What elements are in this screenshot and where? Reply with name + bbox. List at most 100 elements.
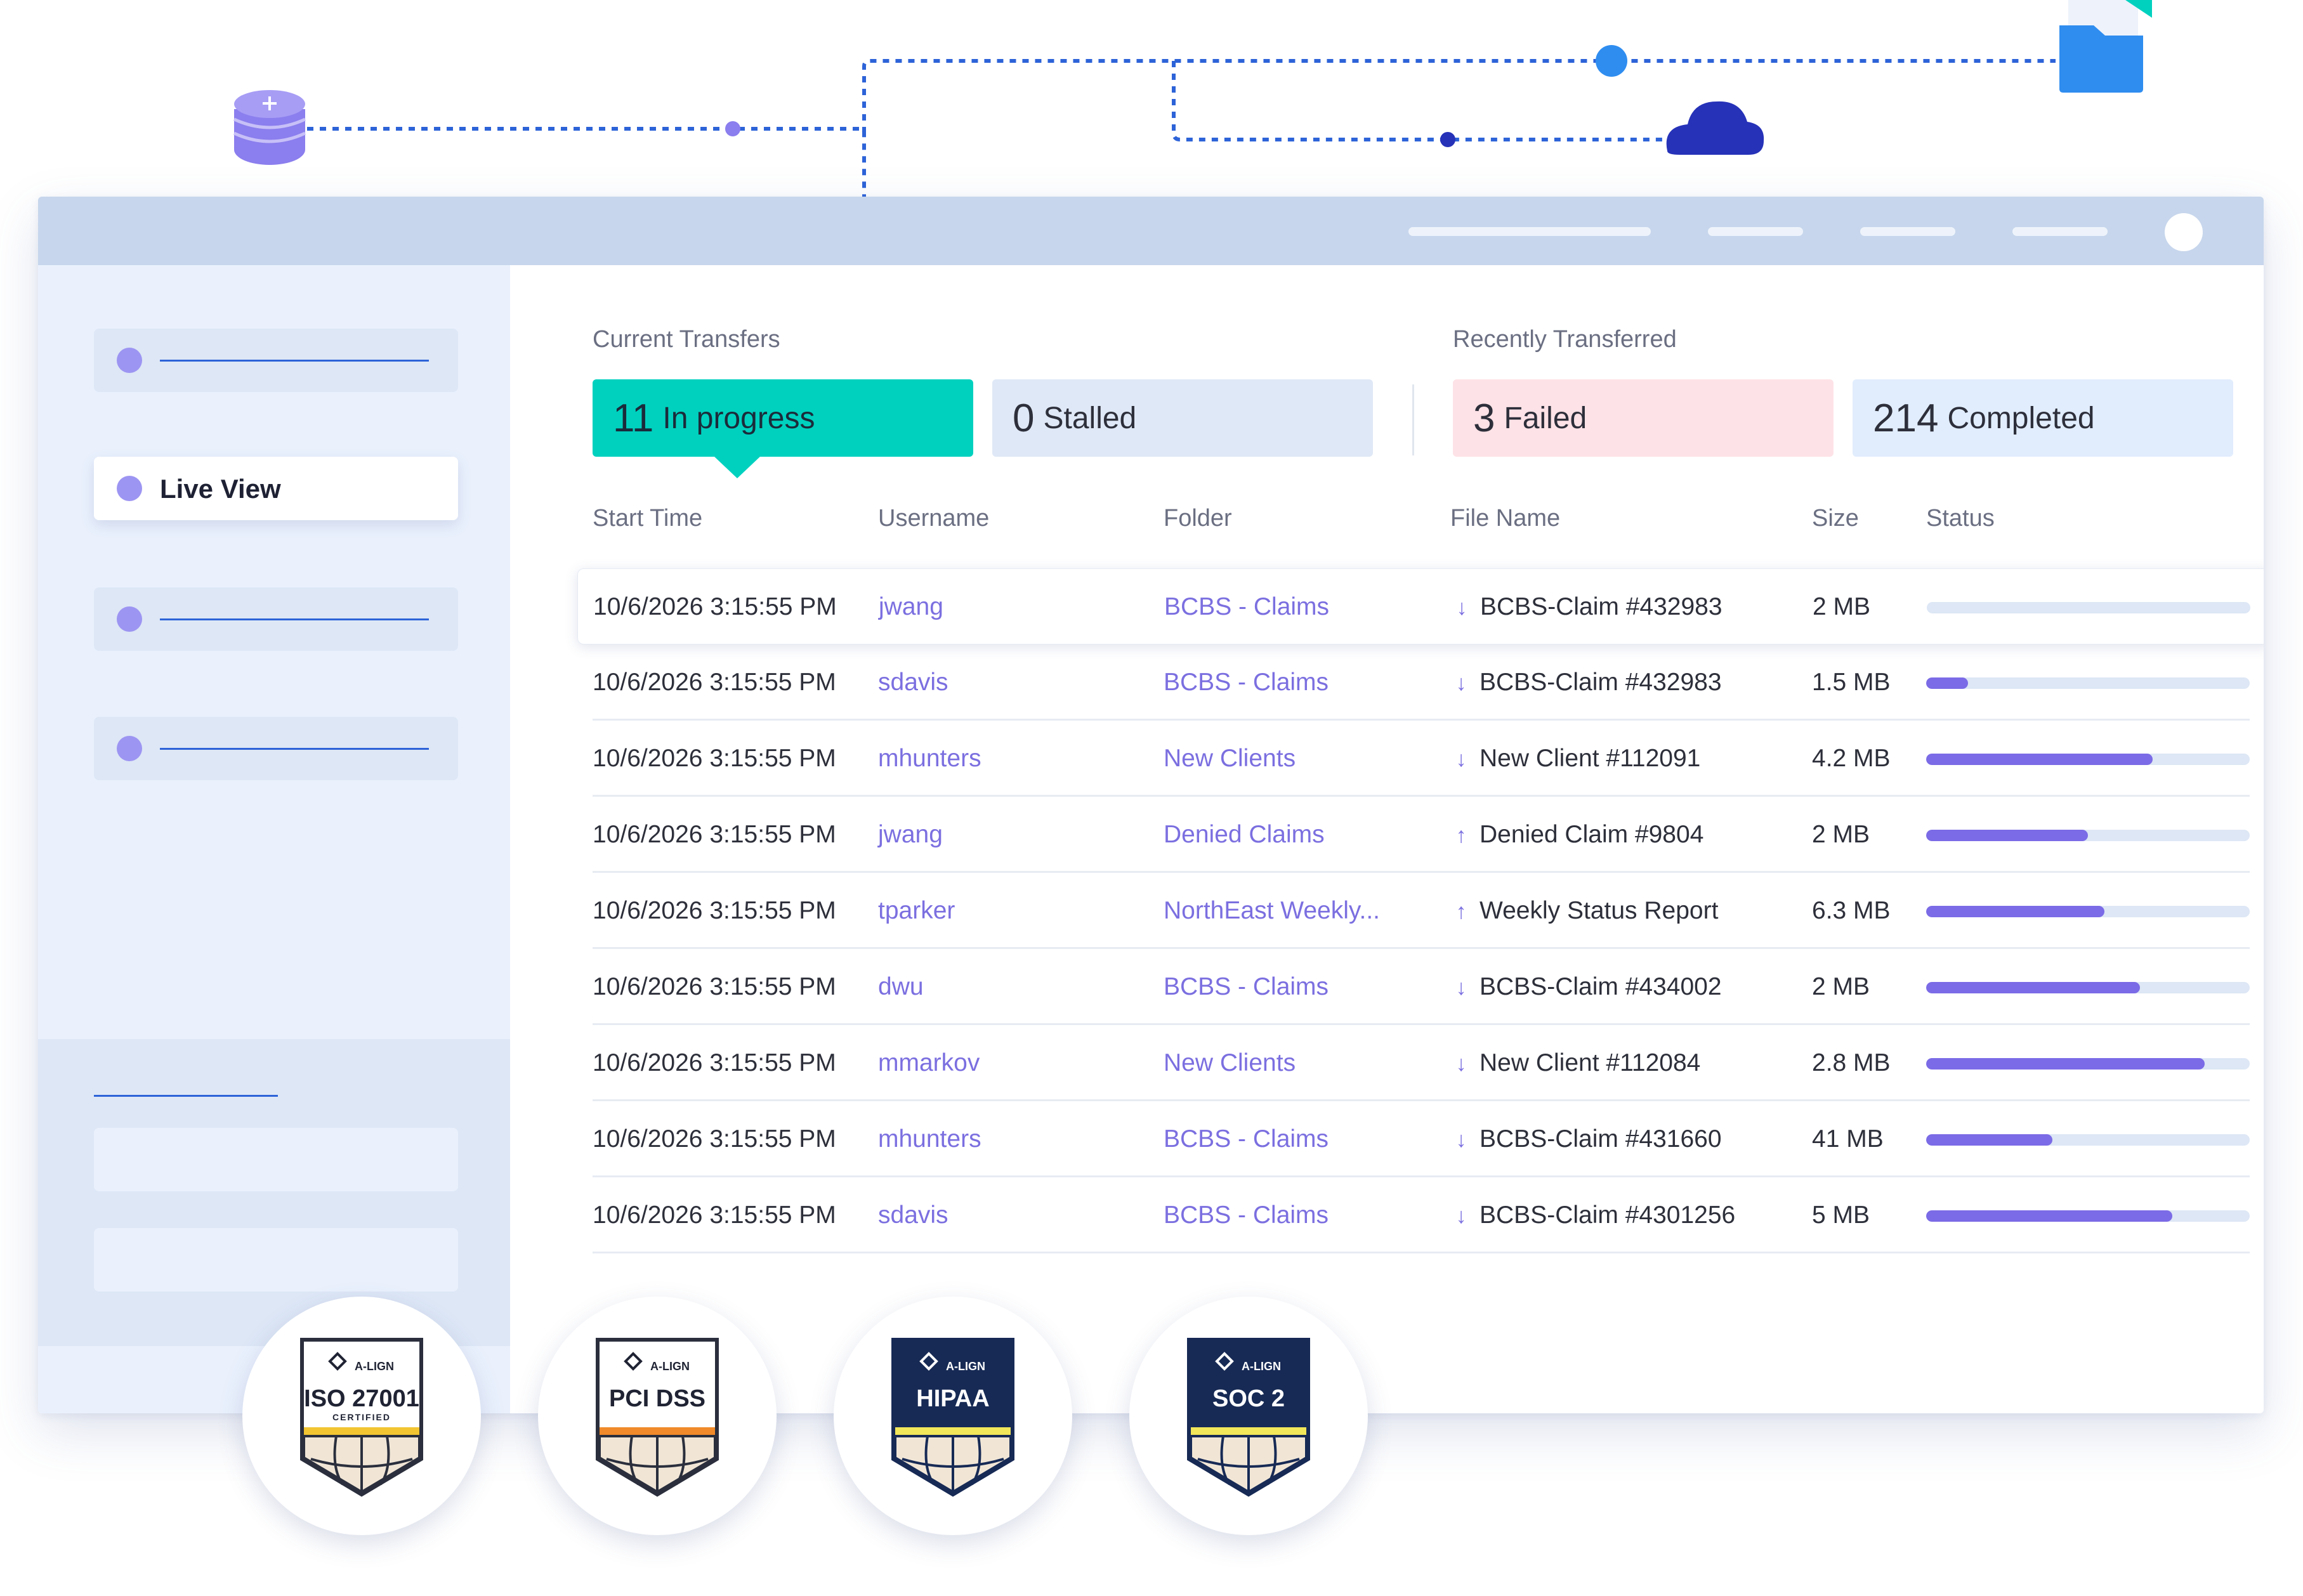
column-header-file-name[interactable]: File Name (1450, 505, 1560, 532)
folder-link[interactable]: BCBS - Claims (1164, 1200, 1329, 1231)
progress-fill (1926, 982, 2140, 993)
sidebar-item-line (160, 360, 429, 362)
arrow-down-icon: ↓ (1455, 1204, 1467, 1228)
sidebar-item-dot (117, 606, 142, 632)
top-nav-placeholder[interactable] (1408, 227, 1651, 236)
folder-link[interactable]: BCBS - Claims (1164, 972, 1329, 1002)
username-link[interactable]: dwu (878, 972, 924, 1002)
username-link[interactable]: jwang (878, 820, 943, 850)
badge-brand: A-LIGN (650, 1360, 690, 1373)
file-name-cell: ↓ BCBS-Claim #431660 (1450, 1124, 1722, 1155)
start-time-cell: 10/6/2026 3:15:55 PM (593, 669, 836, 696)
badge-brand: A-LIGN (946, 1360, 985, 1373)
folder-link[interactable]: BCBS - Claims (1164, 667, 1329, 698)
badge-title: PCI DSS (608, 1385, 706, 1412)
connector-node (1596, 45, 1627, 77)
badge-brand: A-LIGN (1242, 1360, 1281, 1373)
arrow-down-icon: ↓ (1455, 976, 1467, 1000)
sidebar-item[interactable] (94, 587, 458, 651)
active-card-pointer (713, 455, 761, 478)
badge-subtitle: CERTIFIED (332, 1412, 391, 1422)
connector-node (725, 121, 740, 136)
username-link[interactable]: mhunters (878, 1124, 981, 1154)
certification-badge: A-LIGN SOC 2 (1129, 1297, 1368, 1535)
username-link[interactable]: mmarkov (878, 1048, 980, 1078)
status-progress-bar (1926, 830, 2250, 841)
failed-card[interactable]: 3 Failed (1453, 379, 1834, 457)
sidebar-item-label: Live View (160, 474, 281, 504)
top-nav-placeholder[interactable] (1860, 227, 1955, 236)
row-divider (593, 1252, 2250, 1253)
table-row[interactable]: 10/6/2026 3:15:55 PM mhunters BCBS - Claim… (593, 1101, 2250, 1177)
folder-link[interactable]: New Clients (1164, 743, 1296, 774)
stalled-card[interactable]: 0 Stalled (992, 379, 1373, 457)
completed-card[interactable]: 214 Completed (1853, 379, 2233, 457)
start-time-cell: 10/6/2026 3:15:55 PM (593, 593, 837, 620)
table-row[interactable]: 10/6/2026 3:15:55 PM sdavis BCBS - Claims ↓… (593, 1177, 2250, 1253)
table-row[interactable]: 10/6/2026 3:15:55 PM mmarkov New Clients ↓ N… (593, 1025, 2250, 1101)
in-progress-count: 11 (613, 396, 654, 440)
failed-label: Failed (1504, 401, 1587, 435)
table-row[interactable]: 10/6/2026 3:15:55 PM dwu BCBS - Claims ↓ BCB… (593, 949, 2250, 1025)
file-name: BCBS-Claim #434002 (1480, 973, 1722, 1000)
size-cell: 4.2 MB (1812, 745, 1891, 772)
folder-link[interactable]: NorthEast Weekly... (1164, 896, 1380, 926)
in-progress-card[interactable]: 11 In progress (593, 379, 973, 457)
top-bar (38, 197, 2264, 265)
completed-label: Completed (1947, 401, 2095, 435)
badge-brand: A-LIGN (355, 1360, 394, 1373)
table-row[interactable]: 10/6/2026 3:15:55 PM sdavis BCBS - Claims ↓… (593, 644, 2250, 721)
start-time-cell: 10/6/2026 3:15:55 PM (593, 1201, 836, 1229)
column-header-start-time[interactable]: Start Time (593, 505, 702, 532)
column-header-status[interactable]: Status (1926, 505, 1995, 532)
status-progress-bar (1926, 982, 2250, 993)
folder-link[interactable]: BCBS - Claims (1164, 592, 1329, 622)
size-cell: 1.5 MB (1812, 669, 1891, 696)
top-nav-placeholder[interactable] (1708, 227, 1803, 236)
arrow-down-icon: ↓ (1455, 1052, 1467, 1076)
stalled-label: Stalled (1043, 401, 1137, 435)
file-name: BCBS-Claim #4301256 (1480, 1201, 1736, 1229)
progress-fill (1926, 1134, 2052, 1146)
column-header-username[interactable]: Username (878, 505, 989, 532)
table-row[interactable]: 10/6/2026 3:15:55 PM tparker NorthEast Wee… (593, 873, 2250, 949)
size-cell: 2.8 MB (1812, 1049, 1891, 1076)
column-header-size[interactable]: Size (1812, 505, 1859, 532)
start-time-cell: 10/6/2026 3:15:55 PM (593, 897, 836, 924)
table-row[interactable]: 10/6/2026 3:15:55 PM jwang BCBS - Claims ↓ B… (577, 568, 2264, 644)
progress-fill (1926, 830, 2088, 841)
table-row[interactable]: 10/6/2026 3:15:55 PM jwang Denied Claims ↑ D… (593, 797, 2250, 873)
sidebar-item[interactable] (94, 329, 458, 392)
folder-link[interactable]: Denied Claims (1164, 820, 1325, 850)
arrow-down-icon: ↓ (1455, 671, 1467, 695)
status-progress-bar (1926, 677, 2250, 689)
top-nav-placeholder[interactable] (2012, 227, 2108, 236)
sidebar-item-dot (117, 736, 142, 761)
sidebar-section (38, 1039, 510, 1346)
folder-link[interactable]: New Clients (1164, 1048, 1296, 1078)
sidebar-item-line (160, 618, 429, 620)
folder-link[interactable]: BCBS - Claims (1164, 1124, 1329, 1154)
username-link[interactable]: tparker (878, 896, 955, 926)
sidebar-placeholder-item[interactable] (94, 1228, 458, 1292)
badge-title: SOC 2 (1212, 1385, 1285, 1412)
arrow-down-icon: ↓ (1455, 747, 1467, 771)
size-cell: 6.3 MB (1812, 897, 1891, 924)
status-progress-bar (1926, 1058, 2250, 1069)
avatar[interactable] (2165, 213, 2203, 251)
current-transfers-title: Current Transfers (593, 326, 780, 353)
status-progress-bar (1927, 602, 2250, 613)
sidebar-section-heading[interactable] (94, 1095, 278, 1097)
sidebar-item[interactable] (94, 717, 458, 780)
table-row[interactable]: 10/6/2026 3:15:55 PM mhunters New Clients ↓… (593, 721, 2250, 797)
column-header-folder[interactable]: Folder (1164, 505, 1232, 532)
start-time-cell: 10/6/2026 3:15:55 PM (593, 1125, 836, 1153)
username-link[interactable]: sdavis (878, 667, 948, 698)
username-link[interactable]: jwang (879, 592, 943, 622)
progress-fill (1926, 754, 2153, 765)
sidebar-item-live-view[interactable]: Live View (94, 457, 458, 520)
file-name-cell: ↓ BCBS-Claim #432983 (1451, 592, 1722, 623)
sidebar-placeholder-item[interactable] (94, 1128, 458, 1191)
username-link[interactable]: mhunters (878, 743, 981, 774)
username-link[interactable]: sdavis (878, 1200, 948, 1231)
